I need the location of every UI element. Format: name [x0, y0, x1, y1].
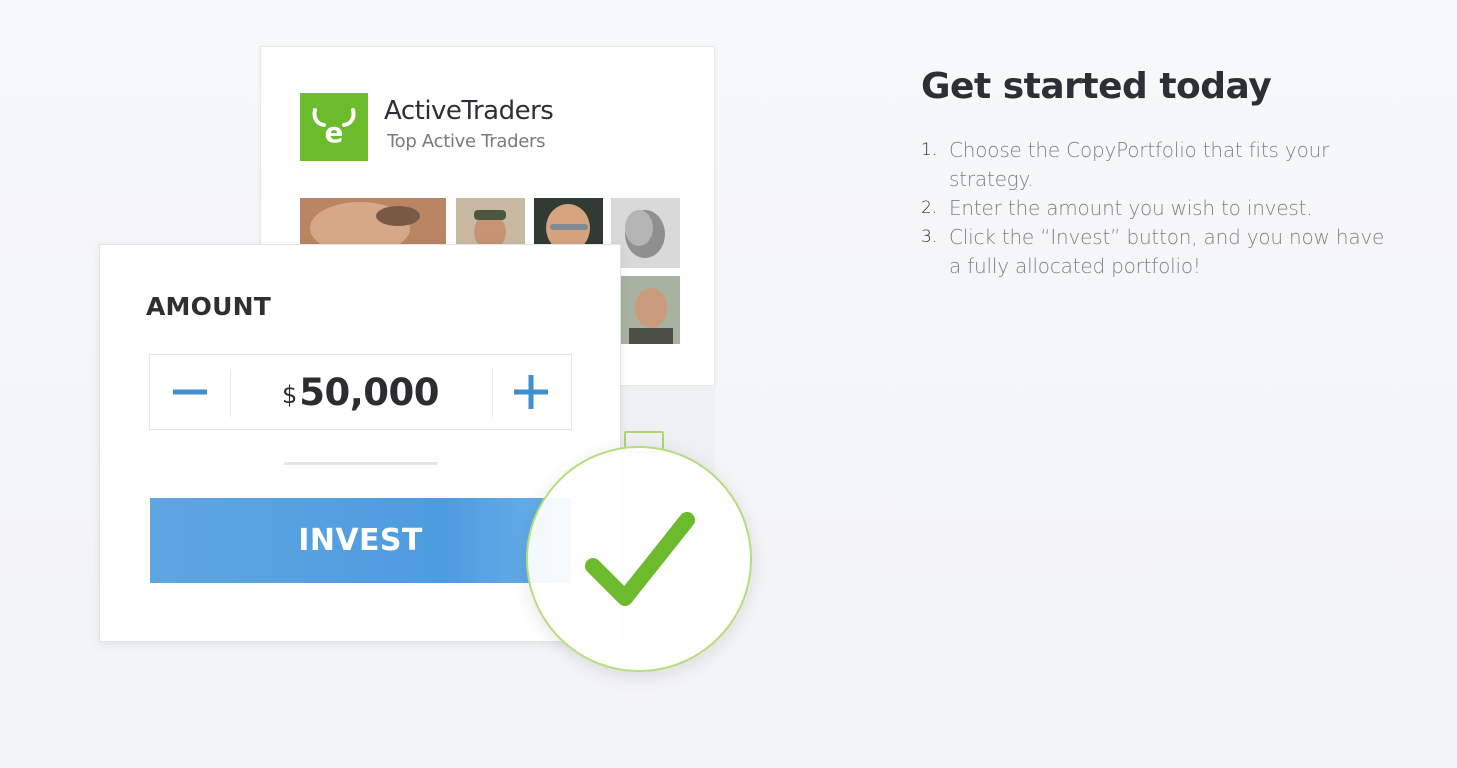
- trader-avatar: [456, 198, 525, 244]
- success-badge: [526, 446, 752, 672]
- svg-text:e: e: [325, 116, 344, 149]
- amount-input[interactable]: $ 50,000: [230, 355, 491, 429]
- amount-stepper: $ 50,000: [149, 354, 572, 430]
- step-text: Choose the CopyPortfolio that fits your …: [949, 138, 1330, 191]
- get-started-heading: Get started today: [921, 66, 1272, 107]
- steps-list: 1. Choose the CopyPortfolio that fits yo…: [921, 136, 1391, 281]
- increase-amount-button[interactable]: [491, 355, 571, 429]
- trader-avatar: [534, 198, 603, 244]
- amount-label: AMOUNT: [146, 292, 271, 321]
- etoro-bull-e-icon: e: [300, 93, 368, 161]
- checkmark-icon: [585, 512, 695, 606]
- step-item: 3. Click the “Invest” button, and you no…: [921, 223, 1391, 281]
- invest-button[interactable]: INVEST: [150, 498, 571, 583]
- step-text: Click the “Invest” button, and you now h…: [949, 225, 1385, 278]
- step-item: 1. Choose the CopyPortfolio that fits yo…: [921, 136, 1391, 194]
- plus-icon: [514, 375, 548, 409]
- amount-slider[interactable]: [284, 462, 438, 465]
- trader-avatar: [300, 198, 446, 244]
- trader-avatar: [611, 198, 680, 268]
- step-item: 2. Enter the amount you wish to invest.: [921, 194, 1391, 223]
- step-number: 1.: [921, 140, 937, 160]
- step-number: 3.: [921, 227, 937, 247]
- trader-avatar: [621, 276, 680, 344]
- currency-symbol: $: [281, 381, 298, 409]
- decrease-amount-button[interactable]: [150, 355, 230, 429]
- portfolio-subtitle: Top Active Traders: [387, 131, 546, 152]
- step-text: Enter the amount you wish to invest.: [949, 196, 1313, 220]
- amount-value: 50,000: [299, 370, 440, 414]
- step-number: 2.: [921, 198, 937, 218]
- minus-icon: [173, 389, 207, 395]
- portfolio-name: ActiveTraders: [384, 96, 554, 126]
